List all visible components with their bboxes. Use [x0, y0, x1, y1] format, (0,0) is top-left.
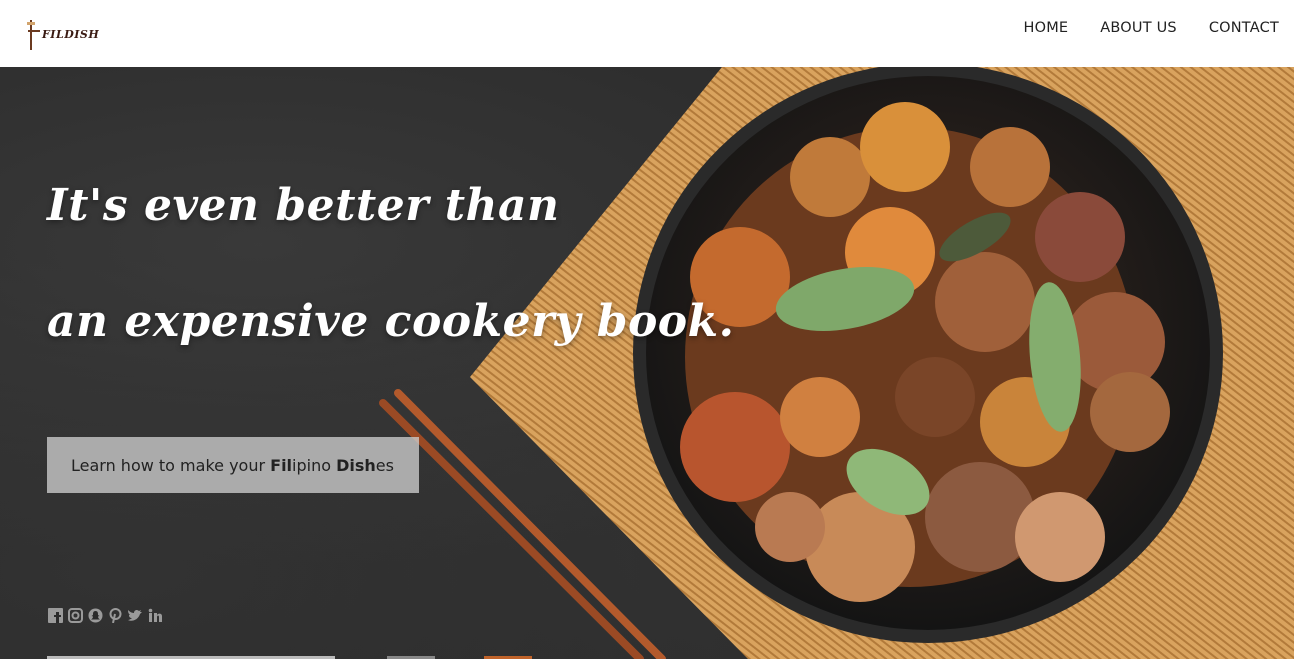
- social-links: [47, 607, 163, 623]
- hero-headline-line2: an expensive cookery book.: [47, 296, 735, 347]
- cta-fil-rest: ipino: [292, 455, 337, 475]
- pinterest-icon[interactable]: [107, 607, 123, 623]
- nav-contact[interactable]: CONTACT: [1209, 20, 1279, 36]
- food-scene-image: [379, 67, 1294, 659]
- hero-headline-line1: It's even better than: [47, 180, 560, 231]
- nav-home[interactable]: HOME: [1024, 20, 1069, 36]
- cta-fil-bold: Fil: [270, 455, 293, 475]
- hero-section: It's even better than an expensive cooke…: [0, 67, 1294, 659]
- nav-about-us[interactable]: ABOUT US: [1100, 20, 1177, 36]
- cta-dish-bold: Dish: [336, 455, 376, 475]
- linkedin-icon[interactable]: [147, 607, 163, 623]
- twitter-icon[interactable]: [127, 607, 143, 623]
- site-header: FILDISH HOME ABOUT US CONTACT: [0, 0, 1294, 67]
- facebook-icon[interactable]: [47, 607, 63, 623]
- main-nav: HOME ABOUT US CONTACT: [1024, 20, 1280, 36]
- learn-filipino-dishes-button[interactable]: Learn how to make your Filipino Dishes: [47, 437, 419, 493]
- cta-prefix: Learn how to make your: [71, 455, 271, 475]
- logo-text: FILDISH: [42, 28, 100, 41]
- instagram-icon[interactable]: [67, 607, 83, 623]
- site-logo[interactable]: FILDISH: [26, 16, 99, 52]
- snapchat-icon[interactable]: [87, 607, 103, 623]
- cta-dish-rest: es: [375, 455, 394, 475]
